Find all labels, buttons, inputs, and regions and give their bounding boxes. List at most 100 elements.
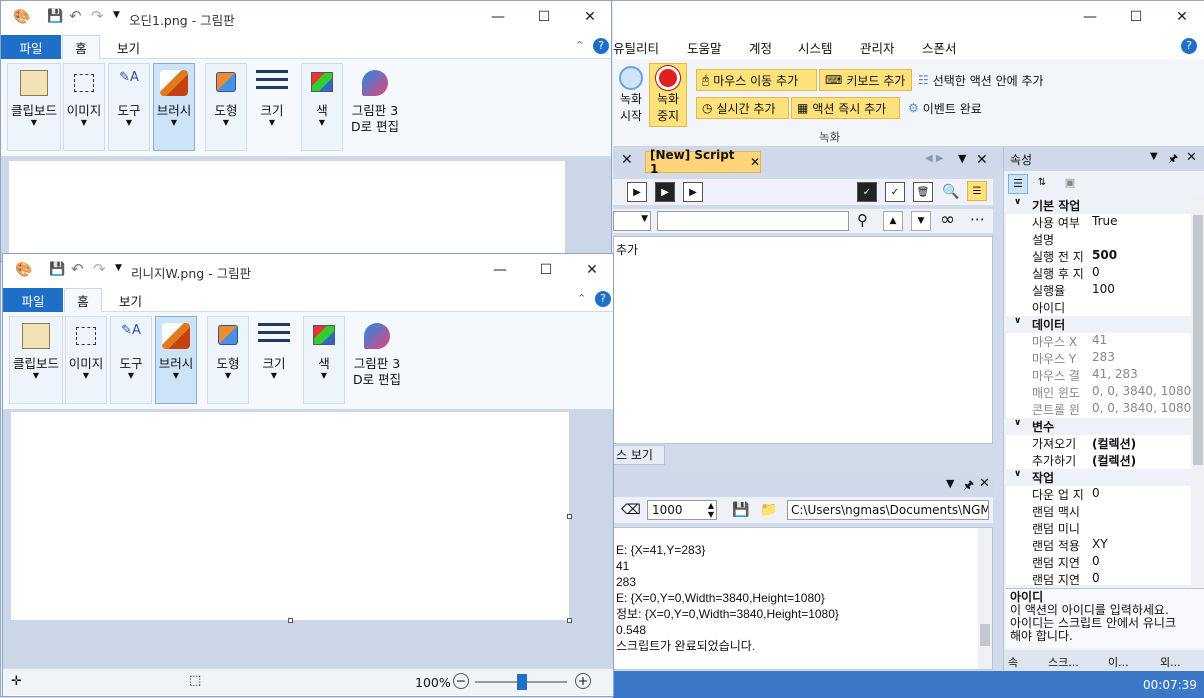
- log-path-field[interactable]: C:\Users\ngmas\Documents\NGM6\: [787, 500, 989, 520]
- property-row[interactable]: 실행 전 지 500: [1006, 248, 1191, 265]
- group-shapes[interactable]: 도형 ▼: [207, 316, 249, 404]
- property-row[interactable]: 콘트롤 윈 0, 0, 3840, 1080: [1006, 401, 1191, 418]
- property-row[interactable]: 랜덤 적용 XY: [1006, 537, 1191, 554]
- close-pane-icon[interactable]: ✕: [976, 152, 988, 168]
- group-size[interactable]: 크기 ▼: [253, 316, 295, 404]
- close-doc-icon[interactable]: ✕: [621, 152, 633, 168]
- menu-account[interactable]: 계정: [749, 38, 772, 57]
- property-value[interactable]: (컬렉션): [1092, 435, 1136, 452]
- property-row[interactable]: 아이디: [1006, 299, 1191, 316]
- property-category[interactable]: ∨ 작업: [1006, 469, 1191, 486]
- tab-script[interactable]: 스크...: [1048, 654, 1079, 670]
- redo-icon[interactable]: ↷: [93, 260, 106, 278]
- props-menu-icon[interactable]: ▼: [1150, 151, 1158, 162]
- zoom-slider[interactable]: [475, 674, 567, 690]
- property-row[interactable]: 다운 업 지 0: [1006, 486, 1191, 503]
- search-input[interactable]: [657, 211, 849, 231]
- collapse-ribbon-icon[interactable]: ⌃: [577, 292, 586, 305]
- tab-external[interactable]: 외...: [1160, 654, 1181, 670]
- tab-image[interactable]: 이...: [1108, 654, 1129, 670]
- close-output-icon[interactable]: ✕: [979, 476, 990, 491]
- collapse-ribbon-icon[interactable]: ⌃: [575, 39, 584, 52]
- pin-icon[interactable]: 🖈: [963, 476, 974, 497]
- tree-view-icon[interactable]: ☰: [967, 181, 987, 201]
- group-paint3d[interactable]: 그림판 3 D로 편집: [347, 63, 403, 151]
- group-colors[interactable]: 색 ▼: [303, 316, 345, 404]
- group-brush[interactable]: 브러시 ▼: [153, 63, 195, 151]
- quick-access-menu-icon[interactable]: ▼: [115, 263, 122, 273]
- property-value[interactable]: (컬렉션): [1092, 452, 1136, 469]
- property-value[interactable]: 0: [1092, 265, 1100, 279]
- property-row[interactable]: 랜덤 맥시: [1006, 503, 1191, 520]
- property-row[interactable]: 가져오기 (컬렉션): [1006, 435, 1191, 452]
- close-button[interactable]: ✕: [569, 254, 615, 286]
- chevron-down-icon[interactable]: ∨: [1014, 469, 1021, 479]
- tab-source-view[interactable]: 스 보기: [613, 445, 665, 465]
- resize-handle[interactable]: [288, 618, 293, 623]
- log-scrollbar[interactable]: [978, 528, 992, 669]
- tab-view[interactable]: 보기: [119, 291, 142, 310]
- property-value[interactable]: XY: [1092, 537, 1108, 551]
- record-stop-button[interactable]: 녹화 중지: [649, 63, 687, 127]
- chevron-down-icon[interactable]: ∨: [1014, 197, 1021, 207]
- property-row[interactable]: 추가하기 (컬렉션): [1006, 452, 1191, 469]
- zoom-slider-thumb[interactable]: [517, 674, 527, 690]
- menu-system[interactable]: 시스템: [798, 38, 833, 57]
- close-button[interactable]: ✕: [567, 1, 613, 33]
- property-value[interactable]: 0: [1092, 571, 1100, 585]
- paint2-canvas[interactable]: [11, 412, 569, 620]
- property-value[interactable]: 283: [1092, 350, 1115, 364]
- group-image[interactable]: 이미지 ▼: [63, 63, 105, 151]
- folder-icon[interactable]: 📁: [759, 500, 779, 520]
- save-icon[interactable]: 💾: [731, 500, 751, 520]
- resize-handle[interactable]: [567, 514, 572, 519]
- tab-file[interactable]: 파일: [1, 35, 61, 59]
- tab-view[interactable]: 보기: [117, 38, 140, 57]
- group-tools[interactable]: ✎A 도구 ▼: [110, 316, 152, 404]
- interval-stepper[interactable]: 1000 ▲ ▼: [647, 500, 717, 520]
- minimize-button[interactable]: —: [1067, 1, 1113, 33]
- search-icon[interactable]: ⚲: [857, 211, 868, 229]
- props-scroll-thumb[interactable]: [1193, 215, 1203, 465]
- property-row[interactable]: 매인 윈도 0, 0, 3840, 1080: [1006, 384, 1191, 401]
- property-row[interactable]: 마우스 결 41, 283: [1006, 367, 1191, 384]
- paint1-canvas[interactable]: [9, 161, 565, 261]
- property-value[interactable]: 41, 283: [1092, 367, 1138, 381]
- tab-file[interactable]: 파일: [3, 288, 63, 312]
- event-done-button[interactable]: ⚙ 이벤트 완료: [903, 97, 1003, 119]
- close-tab-icon[interactable]: ✕: [750, 155, 760, 169]
- eraser-icon[interactable]: ⌫: [621, 500, 641, 520]
- property-value[interactable]: 500: [1092, 248, 1117, 262]
- save-icon[interactable]: 💾: [47, 9, 63, 24]
- group-size[interactable]: 크기 ▼: [251, 63, 293, 151]
- property-category[interactable]: ∨ 기본 작업: [1006, 197, 1191, 214]
- play-from-icon[interactable]: ▶: [683, 182, 703, 202]
- property-row[interactable]: 실행 후 지 0: [1006, 265, 1191, 282]
- property-category[interactable]: ∨ 데이터: [1006, 316, 1191, 333]
- undo-icon[interactable]: ↶: [71, 260, 84, 278]
- props-close-icon[interactable]: ✕: [1186, 150, 1197, 165]
- property-row[interactable]: 마우스 X 41: [1006, 333, 1191, 350]
- property-row[interactable]: 설명: [1006, 231, 1191, 248]
- group-shapes[interactable]: 도형 ▼: [205, 63, 247, 151]
- maximize-button[interactable]: ☐: [521, 1, 567, 33]
- help-icon[interactable]: ?: [595, 291, 611, 307]
- quick-access-menu-icon[interactable]: ▼: [113, 10, 120, 20]
- property-value[interactable]: 0, 0, 3840, 1080: [1092, 384, 1191, 398]
- log-scroll-thumb[interactable]: [980, 624, 990, 646]
- property-category[interactable]: ∨ 변수: [1006, 418, 1191, 435]
- minimize-button[interactable]: —: [477, 254, 523, 286]
- add-mouse-move-button[interactable]: 🖰 마우스 이동 추가: [696, 69, 817, 91]
- next-icon[interactable]: ▼: [911, 211, 931, 231]
- filter-select[interactable]: ▼: [613, 211, 651, 231]
- property-row[interactable]: 실행율 100: [1006, 282, 1191, 299]
- save-icon[interactable]: 💾: [49, 262, 65, 277]
- categorized-icon[interactable]: ☰: [1008, 174, 1028, 194]
- props-pin-icon[interactable]: 🖈: [1168, 150, 1178, 169]
- maximize-button[interactable]: ☐: [523, 254, 569, 286]
- help-icon[interactable]: ?: [1181, 38, 1197, 54]
- property-value[interactable]: 41: [1092, 333, 1107, 347]
- close-button[interactable]: ✕: [1159, 1, 1204, 33]
- delete-icon[interactable]: 🗑: [913, 182, 933, 202]
- play-selected-icon[interactable]: ▶: [655, 182, 675, 202]
